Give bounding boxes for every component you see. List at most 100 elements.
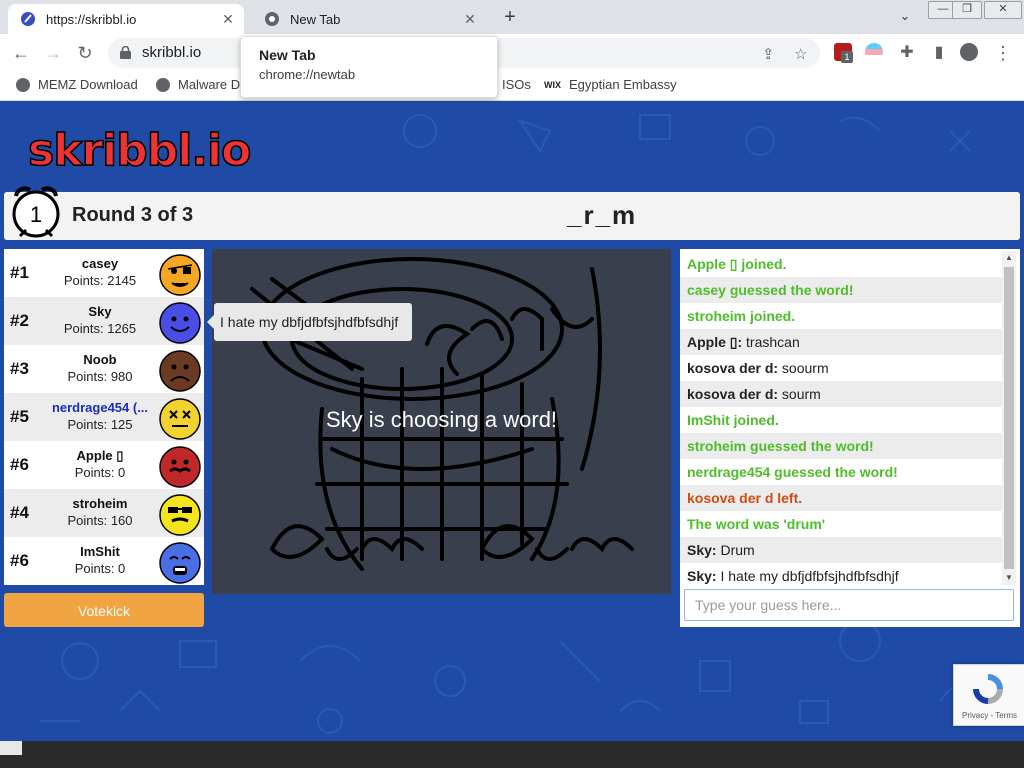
chat-message: kosova der d: soourm [680, 355, 1002, 381]
tab-skribbl[interactable]: https://skribbl.io ✕ [8, 4, 244, 34]
round-indicator: Round 3 of 3 [72, 204, 194, 226]
player-points: Points: 0 [74, 465, 126, 480]
chat-scroll-thumb[interactable] [1004, 267, 1014, 569]
tab-strip: https://skribbl.io ✕ New Tab ✕ + ⌄ — ❐ ✕ [0, 0, 1024, 34]
bookmark-egyptian-embassy[interactable]: WIX Egyptian Embassy [544, 77, 677, 92]
bookmark-label: Egyptian Embassy [569, 77, 677, 92]
back-icon[interactable]: ← [10, 42, 32, 64]
chat-message: stroheim joined. [680, 303, 1002, 329]
chat-text: stroheim joined. [687, 308, 796, 324]
chat-text: sourm [778, 386, 821, 402]
player-name: stroheim [72, 496, 128, 511]
chat-message: Sky: I hate my dbfjdfbfsjhdfbfsdhjf [680, 563, 1002, 587]
player-rank: #2 [10, 311, 29, 330]
alarm-clock-icon: 1 [12, 186, 60, 238]
taskbar-item[interactable] [0, 741, 22, 755]
player-row[interactable]: #6 ImShit Points: 0 [4, 537, 204, 585]
skribbl-page: skribbl.io 1 Round 3 of 3 _r_m #1 casey Po… [0, 101, 1024, 741]
forward-icon[interactable]: → [42, 42, 64, 64]
bookmark-label: MEMZ Download [38, 77, 138, 92]
share-icon[interactable]: ⇪ [762, 45, 775, 63]
player-points: Points: 2145 [63, 273, 137, 288]
guess-input[interactable] [684, 589, 1014, 621]
chat-text: casey guessed the word! [687, 282, 854, 298]
votekick-button[interactable]: Votekick [4, 593, 204, 627]
ublock-extension-icon[interactable]: 1 [834, 43, 853, 63]
globe-icon [16, 77, 30, 92]
chat-messages: Apple ▯ joined. casey guessed the word! st… [680, 249, 1002, 587]
new-tab-button[interactable]: + [498, 6, 522, 30]
chat-text: soourm [778, 360, 829, 376]
tab-new-tab[interactable]: New Tab ✕ [252, 4, 486, 34]
restore-button[interactable]: ❐ [952, 1, 982, 19]
bookmark-isos[interactable]: ISOs [502, 77, 531, 92]
player-row[interactable]: #3 Noob Points: 980 [4, 345, 204, 393]
chat-panel: Apple ▯ joined. casey guessed the word! st… [680, 249, 1020, 627]
chrome-icon [264, 11, 280, 27]
player-row[interactable]: #6 Apple ▯ Points: 0 [4, 441, 204, 489]
player-points: Points: 125 [67, 417, 133, 432]
skribbl-logo: skribbl.io [10, 115, 310, 181]
bookmark-malware[interactable]: Malware D [156, 77, 240, 92]
player-avatar [159, 350, 201, 392]
chat-text: Drum [716, 542, 755, 558]
side-panel-icon[interactable]: ▮ [928, 42, 950, 64]
scroll-down-icon[interactable]: ▼ [1002, 571, 1016, 585]
drawing-canvas[interactable]: Sky is choosing a word! [212, 249, 671, 594]
address-text: skribbl.io [142, 44, 202, 61]
chat-author: Sky: [687, 542, 717, 558]
chat-text: The word was 'drum' [687, 516, 826, 532]
recaptcha-badge[interactable]: Privacy - Terms [953, 664, 1024, 726]
player-row[interactable]: #4 stroheim Points: 160 [4, 489, 204, 537]
player-points: Points: 160 [67, 513, 133, 528]
flag-extension-icon[interactable] [865, 43, 883, 61]
lock-icon [120, 46, 131, 59]
player-row[interactable]: #1 casey Points: 2145 [4, 249, 204, 297]
bookmark-label: Malware D [178, 77, 241, 92]
chat-author: kosova der d: [687, 386, 779, 402]
player-points: Points: 980 [67, 369, 133, 384]
player-list: #1 casey Points: 2145 #2 Sky Points: 1265 #3 No… [4, 249, 204, 585]
recaptcha-links[interactable]: Privacy - Terms [954, 711, 1024, 720]
chat-text: nerdrage454 guessed the word! [687, 464, 898, 480]
chat-message: nerdrage454 guessed the word! [680, 459, 1002, 485]
chat-message: stroheim guessed the word! [680, 433, 1002, 459]
player-rank: #6 [10, 455, 29, 474]
scroll-up-icon[interactable]: ▲ [1002, 251, 1016, 265]
extension-badge: 1 [841, 51, 853, 63]
logo-text: skribbl.io [27, 124, 252, 177]
chat-text: trashcan [742, 334, 800, 350]
player-rank: #6 [10, 551, 29, 570]
bookmark-star-icon[interactable]: ☆ [794, 45, 807, 63]
tooltip-title: New Tab [259, 47, 316, 63]
close-tab-icon[interactable]: ✕ [218, 11, 238, 28]
word-hint: _r_m [567, 200, 638, 230]
chat-text: Apple ▯ joined. [687, 256, 787, 272]
profile-avatar-icon[interactable] [960, 43, 978, 61]
chat-author: Apple ▯: [687, 334, 743, 350]
player-speech-bubble: I hate my dbfjdfbfsjhdfbfsdhjf [207, 303, 412, 341]
player-name: nerdrage454 (... [51, 400, 149, 415]
bookmarks-bar: MEMZ Download Malware D ISOs WIX Egyptian… [0, 72, 1024, 101]
menu-kebab-icon[interactable]: ⋮ [992, 42, 1014, 64]
player-row[interactable]: #5 nerdrage454 (... Points: 125 [4, 393, 204, 441]
player-rank: #1 [10, 263, 29, 282]
chat-message: ImShit joined. [680, 407, 1002, 433]
reload-icon[interactable]: ↻ [74, 42, 96, 64]
close-tab-icon[interactable]: ✕ [460, 11, 480, 28]
player-points: Points: 0 [74, 561, 126, 576]
chat-author: Sky: [687, 568, 717, 584]
close-window-button[interactable]: ✕ [984, 1, 1022, 19]
puzzle-extensions-icon[interactable]: ✚ [896, 42, 918, 64]
chat-message: Apple ▯: trashcan [680, 329, 1002, 355]
bookmark-memz[interactable]: MEMZ Download [16, 77, 138, 92]
chat-message: Apple ▯ joined. [680, 251, 1002, 277]
player-row[interactable]: #2 Sky Points: 1265 [4, 297, 204, 345]
player-name: Sky [88, 304, 112, 319]
player-avatar [159, 542, 201, 584]
chat-message: kosova der d left. [680, 485, 1002, 511]
skribbl-favicon-icon [20, 11, 36, 27]
globe-icon [156, 77, 170, 92]
tab-search-chevron-icon[interactable]: ⌄ [896, 8, 914, 26]
player-name: Noob [83, 352, 117, 367]
